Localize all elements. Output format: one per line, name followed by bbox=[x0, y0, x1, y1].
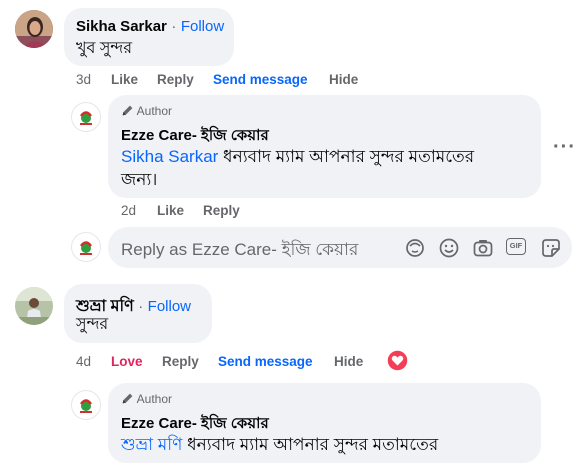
author-badge: Author bbox=[121, 392, 172, 406]
comment-bubble: শুভ্রা মণি · Follow সুন্দর bbox=[64, 284, 212, 343]
reply-actions: 2d Like Reply bbox=[0, 203, 577, 221]
comment-header: Sikha Sarkar · Follow bbox=[76, 18, 224, 36]
love-button[interactable]: Love bbox=[111, 354, 143, 369]
avatar[interactable] bbox=[15, 287, 53, 325]
comment-actions: 3d Like Reply Send message Hide bbox=[0, 72, 577, 90]
mention-link[interactable]: শুভ্রা মণি bbox=[121, 435, 182, 454]
comment-text: সুন্দর bbox=[76, 316, 109, 333]
ezze-care-logo-icon bbox=[80, 111, 92, 125]
follow-button[interactable]: Follow bbox=[181, 18, 224, 35]
comment-time[interactable]: 4d bbox=[76, 354, 91, 369]
avatar[interactable] bbox=[15, 10, 53, 48]
like-button[interactable]: Like bbox=[111, 72, 138, 87]
sticker-icon[interactable] bbox=[540, 237, 562, 259]
avatar-sticker-icon[interactable] bbox=[404, 237, 426, 259]
follow-button[interactable]: Follow bbox=[148, 298, 191, 315]
comment-actions: 4d Love Reply Send message Hide bbox=[0, 354, 577, 372]
author-badge-label: Author bbox=[136, 104, 173, 118]
ezze-care-logo-icon bbox=[80, 241, 92, 255]
mention-link[interactable]: Sikha Sarkar bbox=[121, 147, 218, 166]
reply-button[interactable]: Reply bbox=[203, 203, 240, 218]
reply-text-line2: জন্য। bbox=[121, 170, 158, 189]
camera-icon[interactable] bbox=[472, 237, 494, 259]
reply-bubble: Author Ezze Care- ইজি কেয়ার Sikha Sarka… bbox=[108, 95, 541, 198]
reply-text-line1: ধন্যবাদ ম্যাম আপনার সুন্দর মতামতের bbox=[218, 147, 475, 166]
emoji-icon[interactable] bbox=[438, 237, 460, 259]
page-logo[interactable] bbox=[71, 390, 101, 420]
reply-text: Sikha Sarkar ধন্যবাদ ম্যাম আপনার সুন্দর … bbox=[121, 145, 536, 191]
author-badge-label: Author bbox=[136, 392, 173, 406]
comment-author[interactable]: শুভ্রা মণি bbox=[76, 298, 134, 315]
reply-input-box[interactable]: Reply as Ezze Care- ইজি কেয়ার GIF bbox=[108, 227, 572, 268]
reply-bubble: Author Ezze Care- ইজি কেয়ার শুভ্রা মণি … bbox=[108, 383, 541, 463]
reply-time[interactable]: 2d bbox=[121, 203, 136, 218]
profile-photo-icon bbox=[15, 287, 53, 325]
page-logo[interactable] bbox=[71, 102, 101, 132]
page-logo bbox=[71, 232, 101, 262]
hide-button[interactable]: Hide bbox=[334, 354, 363, 369]
separator: · bbox=[171, 18, 177, 35]
author-badge: Author bbox=[121, 104, 172, 118]
comment-author[interactable]: Sikha Sarkar bbox=[76, 18, 167, 35]
comment-text: খুব সুন্দর bbox=[76, 40, 133, 57]
send-message-button[interactable]: Send message bbox=[213, 72, 308, 87]
reply-text: শুভ্রা মণি ধন্যবাদ ম্যাম আপনার সুন্দর মত… bbox=[121, 433, 438, 456]
reply-button[interactable]: Reply bbox=[162, 354, 199, 369]
profile-photo-icon bbox=[15, 10, 53, 48]
pencil-icon bbox=[122, 393, 133, 404]
separator: · bbox=[138, 298, 144, 315]
pencil-icon bbox=[122, 105, 133, 116]
gif-icon[interactable]: GIF bbox=[506, 238, 526, 255]
reply-input[interactable]: Reply as Ezze Care- ইজি কেয়ার bbox=[121, 237, 358, 265]
reply-text-line1: ধন্যবাদ ম্যাম আপনার সুন্দর মতামতের bbox=[182, 435, 439, 454]
send-message-button[interactable]: Send message bbox=[218, 354, 313, 369]
heart-reaction-icon[interactable] bbox=[386, 349, 409, 372]
comment-time[interactable]: 3d bbox=[76, 72, 91, 87]
comment-bubble: Sikha Sarkar · Follow খুব সুন্দর bbox=[64, 8, 234, 66]
more-options-button[interactable]: ··· bbox=[553, 136, 576, 159]
like-button[interactable]: Like bbox=[157, 203, 184, 218]
ezze-care-logo-icon bbox=[80, 399, 92, 413]
reply-button[interactable]: Reply bbox=[157, 72, 194, 87]
hide-button[interactable]: Hide bbox=[329, 72, 358, 87]
